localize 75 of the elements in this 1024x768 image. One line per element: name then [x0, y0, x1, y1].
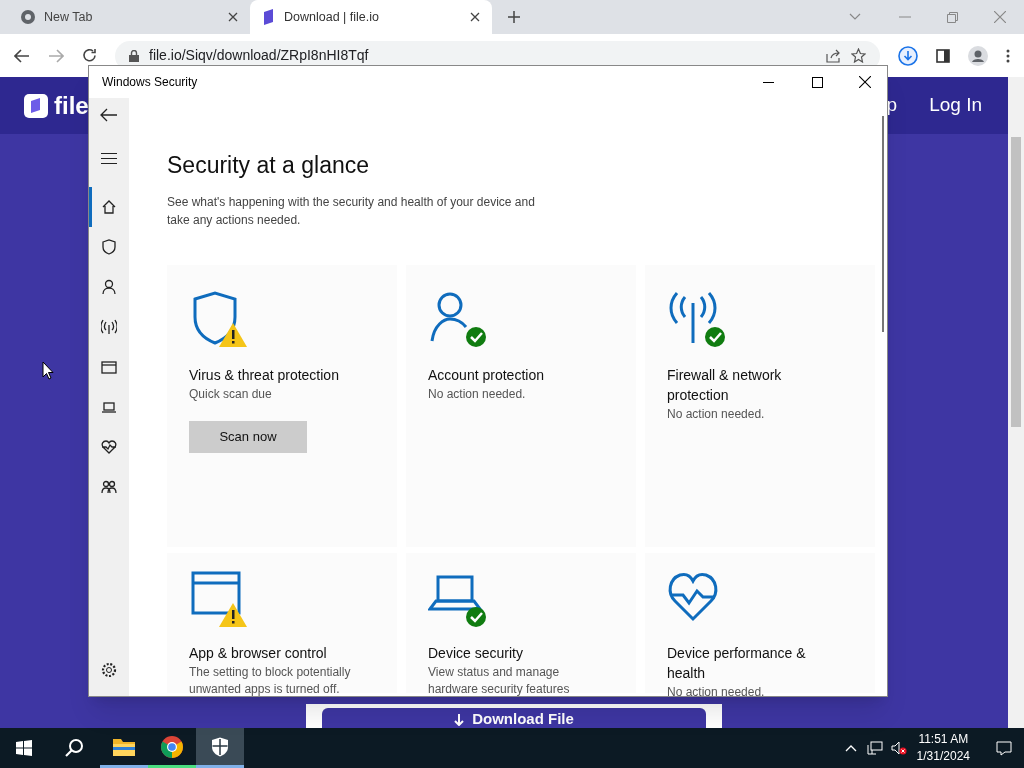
card-title: Account protection: [428, 366, 545, 385]
side-panel-icon[interactable]: [936, 48, 950, 63]
clock-time[interactable]: 11:51 AM: [918, 731, 969, 748]
security-card[interactable]: Account protection No action needed.: [406, 265, 636, 547]
menu-icon[interactable]: [1006, 48, 1010, 63]
chevron-down-icon[interactable]: [849, 13, 861, 21]
security-card[interactable]: Firewall & network protection No action needed.: [645, 265, 875, 547]
network-icon[interactable]: [866, 741, 883, 755]
page-description: See what's happening with the security and health of your device and take any actions needed.: [167, 194, 536, 229]
back-icon[interactable]: [14, 48, 30, 63]
scrollbar[interactable]: [1008, 77, 1024, 728]
antenna-icon: [101, 319, 117, 335]
download-button[interactable]: Download File: [322, 708, 706, 728]
heart-icon: [101, 439, 117, 455]
reload-icon[interactable]: [82, 48, 97, 63]
tab-title: Download | file.io: [284, 8, 380, 26]
download-arrow-icon: [454, 714, 465, 726]
lock-icon: [129, 49, 139, 62]
browser-tab[interactable]: Download | file.io: [250, 0, 492, 34]
card-detail: View status and manage hardware security features: [428, 664, 571, 696]
card-detail: Quick scan due: [189, 386, 273, 403]
shield-icon: [211, 736, 229, 757]
scan-button[interactable]: Scan now: [189, 421, 307, 453]
minimize-icon[interactable]: [763, 81, 774, 83]
taskbar-app[interactable]: [196, 728, 244, 768]
shield-icon: [101, 239, 117, 255]
close-icon[interactable]: [859, 76, 871, 88]
card-detail: No action needed.: [428, 386, 527, 403]
card-detail: No action needed.: [667, 684, 766, 696]
login-link[interactable]: Log In: [929, 91, 982, 120]
browser-tab[interactable]: New Tab: [8, 0, 250, 34]
laptop-icon: [101, 399, 117, 415]
profile-icon[interactable]: [968, 45, 988, 66]
close-icon[interactable]: [470, 12, 480, 22]
file-logo-icon: [24, 93, 48, 118]
folder-icon: [112, 736, 136, 757]
cursor-icon: [42, 361, 54, 380]
new-tab-icon[interactable]: [508, 11, 520, 23]
scrollbar-thumb[interactable]: [882, 116, 884, 332]
card-title: Device security: [428, 644, 524, 663]
window-title: Windows Security: [102, 74, 199, 91]
family-icon: [101, 479, 117, 495]
windows-start-icon[interactable]: [16, 740, 32, 756]
card-detail: No action needed.: [667, 406, 766, 423]
window-icon: [101, 359, 117, 375]
close-icon[interactable]: [228, 12, 238, 22]
card-detail: The setting to block potentially unwanted apps is turned off.: [189, 664, 352, 696]
notification-icon[interactable]: [996, 740, 1012, 756]
restore-icon[interactable]: [947, 12, 958, 23]
person-icon: [101, 279, 117, 295]
file-logo-icon: [262, 9, 276, 25]
menu-icon[interactable]: [101, 153, 117, 164]
download-icon[interactable]: [898, 45, 918, 66]
back-icon[interactable]: [100, 108, 118, 122]
tab-title: New Tab: [44, 8, 94, 26]
logo-text: file: [54, 90, 89, 121]
page-heading: Security at a glance: [167, 151, 370, 179]
search-icon[interactable]: [64, 738, 84, 758]
chrome-icon: [20, 9, 36, 25]
nav-link[interactable]: p: [886, 91, 898, 120]
security-card[interactable]: Virus & threat protection Quick scan due Scan now: [167, 265, 397, 547]
share-icon[interactable]: [826, 48, 841, 63]
muted-speaker-icon[interactable]: [890, 741, 907, 755]
chrome-icon: [160, 734, 184, 759]
chevron-up-icon[interactable]: [844, 744, 857, 752]
maximize-icon[interactable]: [812, 76, 823, 88]
settings-icon[interactable]: [101, 662, 117, 678]
home-icon: [101, 199, 117, 215]
card-title: Virus & threat protection: [189, 366, 340, 385]
url-text: file.io/Siqv/download/ZRpI8nHI8Tqf: [149, 46, 370, 65]
star-icon[interactable]: [851, 48, 866, 63]
clock-date[interactable]: 1/31/2024: [916, 748, 970, 765]
card-title: Device performance & health: [667, 644, 807, 683]
card-title: App & browser control: [189, 644, 328, 663]
card-title: Firewall & network protection: [667, 366, 783, 405]
